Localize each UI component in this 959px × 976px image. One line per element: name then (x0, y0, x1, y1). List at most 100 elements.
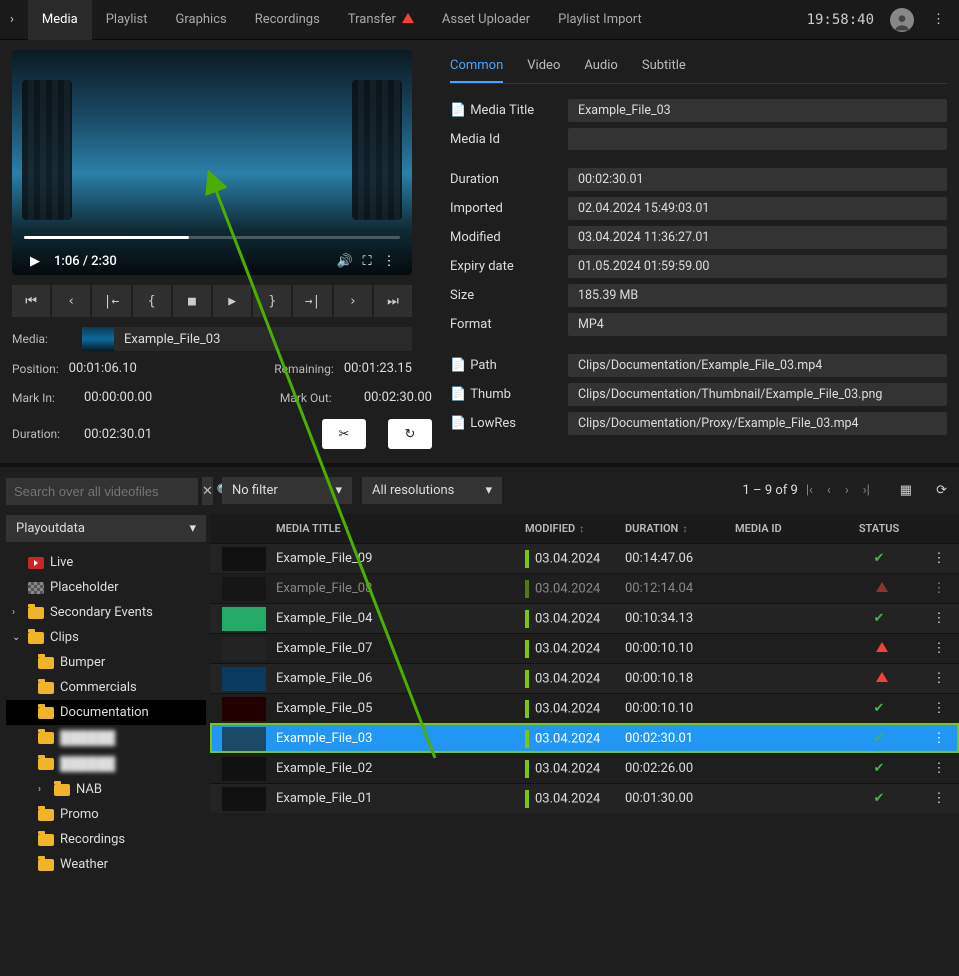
col-title[interactable]: MEDIA TITLE↕ (270, 522, 519, 535)
row-overflow-icon[interactable]: ⋮ (933, 551, 946, 566)
meta-value[interactable] (568, 128, 947, 150)
refresh-icon[interactable]: ⟳ (936, 483, 947, 498)
meta-value[interactable]: Clips/Documentation/Example_File_03.mp4 (568, 354, 947, 377)
transport-goto-in[interactable]: |← (92, 285, 130, 317)
transport-goto-out[interactable]: →| (293, 285, 331, 317)
tree-item[interactable]: Live (6, 550, 206, 575)
table-row[interactable]: Example_File_0103.04.202400:01:30.00✔⋮ (210, 783, 959, 813)
row-overflow-icon[interactable]: ⋮ (933, 791, 946, 806)
tree-item[interactable]: Documentation (6, 700, 206, 725)
meta-value[interactable]: 185.39 MB (568, 284, 947, 307)
meta-value[interactable]: 00:02:30.01 (568, 168, 947, 191)
reset-button[interactable]: ↻ (388, 419, 432, 449)
nav-playlist[interactable]: Playlist (92, 0, 162, 40)
tree-item[interactable]: Bumper (6, 650, 206, 675)
nav-expand-icon[interactable]: › (10, 12, 14, 27)
status-bar-icon (525, 640, 529, 658)
expand-caret-icon[interactable]: ⌄ (12, 632, 22, 643)
table-row[interactable]: Example_File_0603.04.202400:00:10.18⋮ (210, 663, 959, 693)
expand-caret-icon[interactable]: › (38, 784, 48, 795)
row-overflow-icon[interactable]: ⋮ (933, 581, 946, 596)
table-row[interactable]: Example_File_0903.04.202400:14:47.06✔⋮ (210, 543, 959, 573)
table-row[interactable]: Example_File_0503.04.202400:00:10.10✔⋮ (210, 693, 959, 723)
meta-value[interactable]: Example_File_03 (568, 99, 947, 122)
tree-item[interactable]: ⌄Clips (6, 625, 206, 650)
overflow-menu-icon[interactable]: ⋮ (928, 8, 949, 31)
row-overflow-icon[interactable]: ⋮ (933, 671, 946, 686)
tab-subtitle[interactable]: Subtitle (642, 50, 686, 83)
meta-value[interactable]: 03.04.2024 11:36:27.01 (568, 226, 947, 249)
expand-caret-icon[interactable]: › (12, 607, 22, 618)
tree-item[interactable]: ██████ (6, 751, 206, 777)
meta-value[interactable]: Clips/Documentation/Proxy/Example_File_0… (568, 412, 947, 435)
tree-item[interactable]: Commercials (6, 675, 206, 700)
tab-common[interactable]: Common (450, 50, 503, 83)
markin-field[interactable]: 00:00:00.00 (84, 390, 152, 405)
row-overflow-icon[interactable]: ⋮ (933, 701, 946, 716)
row-thumb (222, 577, 266, 601)
resolution-dropdown[interactable]: All resolutions▾ (362, 477, 502, 504)
tree-item[interactable]: Recordings (6, 827, 206, 852)
duration-field[interactable]: 00:02:30.01 (84, 427, 152, 442)
progress-bar[interactable] (24, 236, 400, 239)
avatar-icon[interactable] (890, 8, 914, 32)
nav-asset-uploader[interactable]: Asset Uploader (428, 0, 544, 40)
tree-item[interactable]: Placeholder (6, 575, 206, 600)
meta-value[interactable]: 01.05.2024 01:59:59.00 (568, 255, 947, 278)
row-overflow-icon[interactable]: ⋮ (933, 641, 946, 656)
cut-button[interactable]: ✂ (322, 419, 366, 449)
transport-stop[interactable]: ■ (173, 285, 211, 317)
tab-audio[interactable]: Audio (584, 50, 617, 83)
player-overflow-icon[interactable]: ⋮ (378, 254, 400, 269)
page-last-icon[interactable]: ›| (857, 479, 876, 502)
video-player[interactable]: ▶ 1:06 / 2:30 🔊 ⛶ ⋮ (12, 50, 412, 275)
transport-play[interactable]: ▶ (213, 285, 251, 317)
transport-mark-out[interactable]: } (253, 285, 291, 317)
transport-skip-back[interactable]: ⏮ (12, 285, 50, 317)
filter-dropdown[interactable]: No filter▾ (222, 477, 352, 504)
page-prev-icon[interactable]: ‹ (821, 479, 837, 502)
tab-video[interactable]: Video (527, 50, 560, 83)
row-overflow-icon[interactable]: ⋮ (933, 761, 946, 776)
meta-value[interactable]: 02.04.2024 15:49:03.01 (568, 197, 947, 220)
table-row[interactable]: Example_File_0803.04.202400:12:14.04⋮ (210, 573, 959, 603)
col-mediaid[interactable]: MEDIA ID (729, 522, 839, 535)
tree-item[interactable]: ›Secondary Events (6, 600, 206, 625)
folder-icon (38, 682, 54, 694)
duration-label: Duration: (12, 427, 70, 441)
grid-view-icon[interactable]: ▦ (900, 483, 912, 498)
nav-transfer[interactable]: Transfer (334, 0, 428, 40)
tree-item[interactable]: ›NAB (6, 777, 206, 802)
nav-graphics[interactable]: Graphics (162, 0, 241, 40)
transport-skip-fwd[interactable]: ⏭ (374, 285, 412, 317)
markout-field[interactable]: 00:02:30.00 (364, 390, 432, 405)
search-input[interactable] (6, 478, 198, 505)
fullscreen-icon[interactable]: ⛶ (356, 254, 378, 269)
row-overflow-icon[interactable]: ⋮ (933, 731, 946, 746)
col-duration[interactable]: DURATION↕ (619, 522, 729, 535)
media-chip[interactable]: Example_File_03 (82, 327, 412, 351)
table-row[interactable]: Example_File_0203.04.202400:02:26.00✔⋮ (210, 753, 959, 783)
nav-recordings[interactable]: Recordings (241, 0, 334, 40)
tree-item[interactable]: Promo (6, 802, 206, 827)
source-dropdown[interactable]: Playoutdata ▾ (6, 515, 206, 542)
meta-value[interactable]: Clips/Documentation/Thumbnail/Example_Fi… (568, 383, 947, 406)
transport-step-back[interactable]: ‹ (52, 285, 90, 317)
col-modified[interactable]: MODIFIED↕ (519, 522, 619, 535)
transport-mark-in[interactable]: { (133, 285, 171, 317)
page-next-icon[interactable]: › (839, 479, 855, 502)
table-row[interactable]: Example_File_0703.04.202400:00:10.10⋮ (210, 633, 959, 663)
row-overflow-icon[interactable]: ⋮ (933, 611, 946, 626)
page-first-icon[interactable]: |‹ (800, 479, 819, 502)
col-status[interactable]: STATUS (839, 522, 919, 535)
tree-item[interactable]: ██████ (6, 725, 206, 751)
nav-playlist-import[interactable]: Playlist Import (544, 0, 656, 40)
nav-media[interactable]: Media (28, 0, 92, 40)
tree-item[interactable]: Weather (6, 852, 206, 877)
transport-step-fwd[interactable]: › (334, 285, 372, 317)
table-row[interactable]: Example_File_0403.04.202400:10:34.13✔⋮ (210, 603, 959, 633)
table-row[interactable]: Example_File_0303.04.202400:02:30.01✔⋮ (210, 723, 959, 753)
play-icon[interactable]: ▶ (24, 254, 46, 269)
volume-icon[interactable]: 🔊 (334, 254, 356, 269)
meta-value[interactable]: MP4 (568, 313, 947, 336)
